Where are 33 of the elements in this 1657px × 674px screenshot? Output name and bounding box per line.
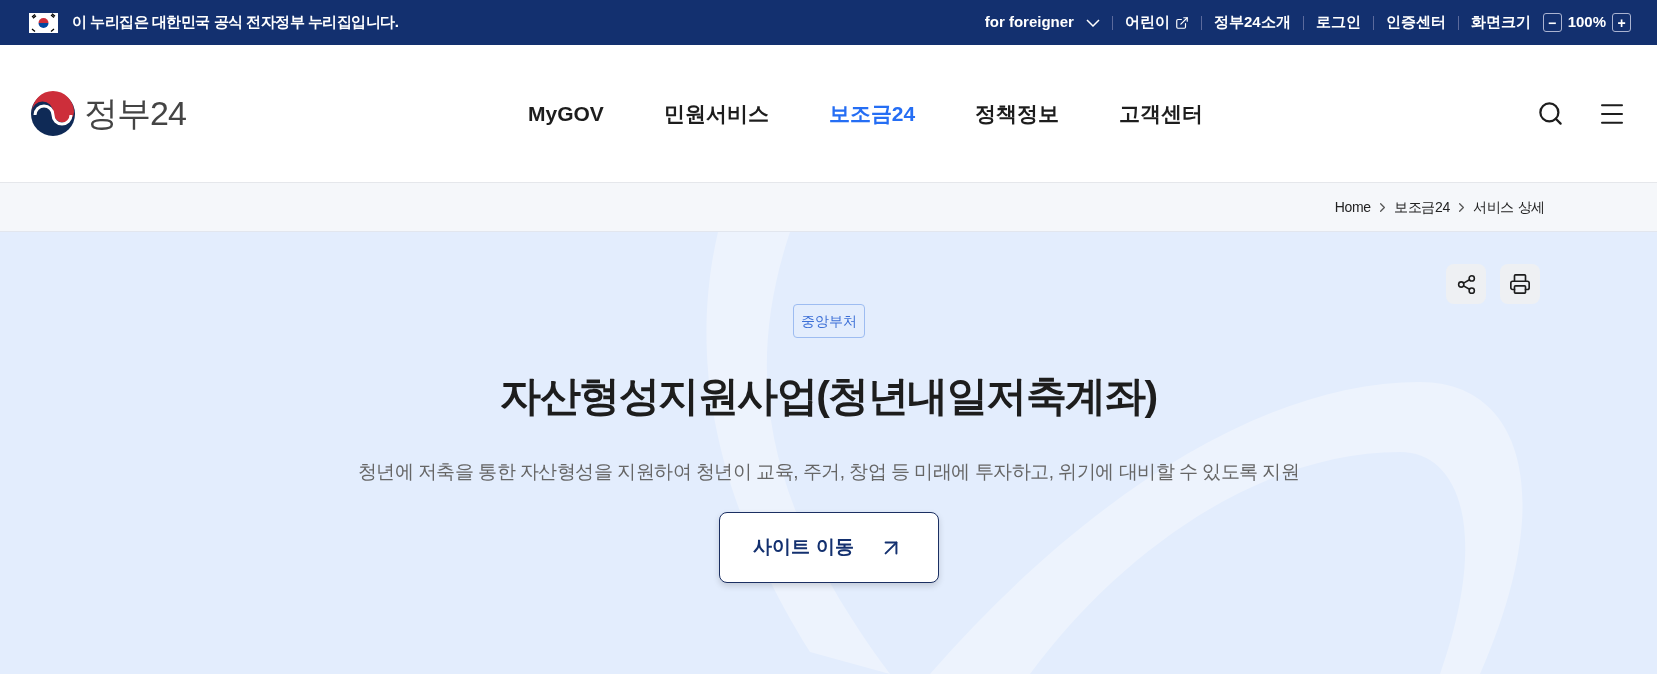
zoom-in-button[interactable]: + [1612, 13, 1631, 32]
nav-item[interactable]: 보조금24 [828, 97, 916, 130]
logo-text: 정부24 [84, 93, 186, 134]
nav-item[interactable]: 정책정보 [975, 97, 1060, 130]
share-icon [1455, 273, 1477, 295]
utility-link[interactable]: 어린이 [1124, 11, 1189, 34]
utility-link[interactable]: 정부24소개 [1213, 11, 1291, 34]
print-button[interactable] [1500, 264, 1540, 304]
nav-item[interactable]: 고객센터 [1119, 97, 1204, 130]
printer-icon [1509, 273, 1531, 295]
nav-item[interactable]: 민원서비스 [663, 97, 769, 130]
chevron-down-icon [1085, 18, 1100, 27]
korean-flag-icon [29, 12, 58, 33]
share-button[interactable] [1446, 264, 1486, 304]
service-title: 자산형성지원사업(청년내일저축계좌) [500, 372, 1157, 421]
site-link-button[interactable]: 사이트 이동 [718, 512, 939, 583]
external-link-icon [1174, 15, 1189, 30]
service-description: 청년에 저축을 통한 자산형성을 지원하여 청년이 교육, 주거, 창업 등 미래에 투자하고, 위기에 대비할 수 있도록 지원 [357, 459, 1300, 484]
search-icon [1536, 100, 1564, 127]
zoom-level: 100% [1567, 12, 1606, 33]
site-logo[interactable]: 정부24 [30, 88, 190, 139]
government-emblem-icon [30, 90, 76, 137]
utility-link[interactable]: 로그인 [1315, 11, 1361, 34]
nav-item[interactable]: MyGOV [528, 97, 604, 130]
language-dropdown[interactable]: for foreigner [984, 11, 1100, 34]
zoom-label: 화면크기 [1470, 12, 1531, 33]
zoom-out-button[interactable]: − [1542, 13, 1562, 32]
breadcrumb-link[interactable]: 서비스 상세 [1472, 196, 1545, 218]
official-site-notice: 이 누리집은 대한민국 공식 전자정부 누리집입니다. [72, 12, 399, 33]
breadcrumb-link[interactable]: 보조금24 [1393, 196, 1450, 218]
breadcrumb-link[interactable]: Home [1334, 196, 1371, 218]
category-badge: 중앙부처 [792, 304, 865, 338]
utility-link[interactable]: 인증센터 [1385, 11, 1446, 34]
